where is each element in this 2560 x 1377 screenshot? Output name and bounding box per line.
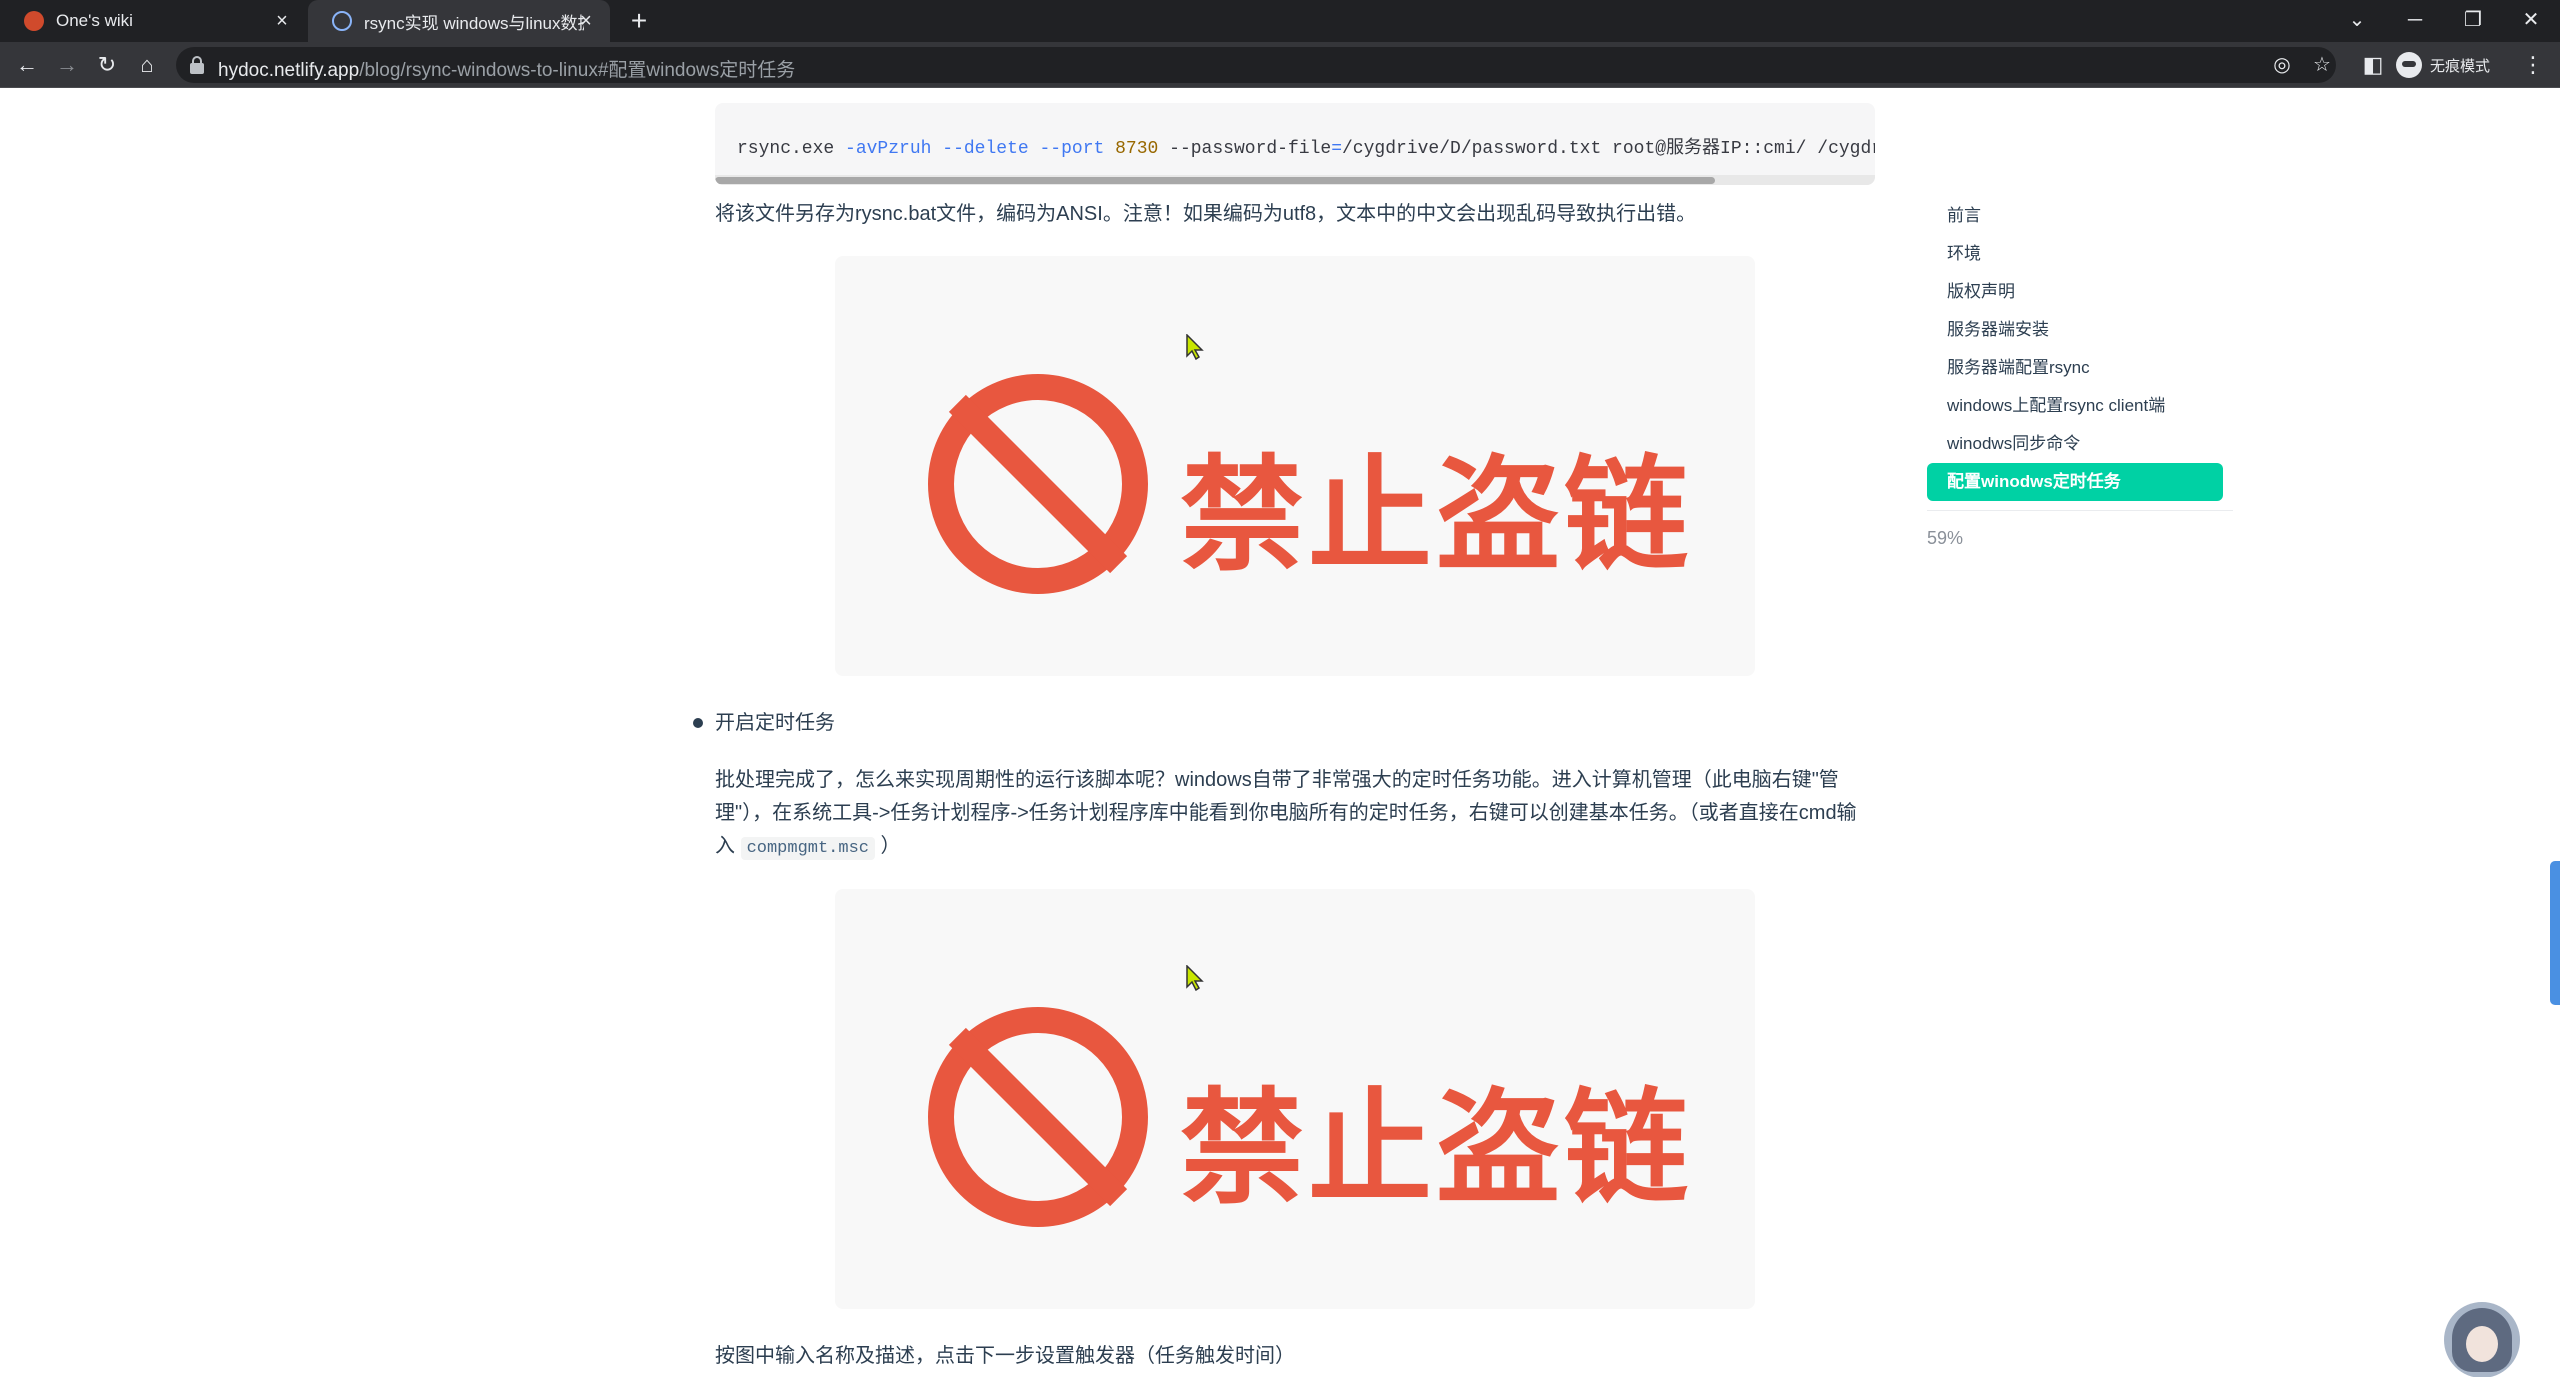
- reading-progress: 59%: [1927, 528, 1964, 548]
- back-arrow-icon[interactable]: ←: [12, 50, 42, 80]
- toc-item-windows-client[interactable]: windows上配置rsync client端: [1927, 387, 2223, 425]
- paragraph-save-bat: 将该文件另存为rysnc.bat文件，编码为ANSI。注意！如果编码为utf8，…: [715, 203, 1697, 225]
- lock-icon[interactable]: [190, 56, 204, 74]
- hotlink-blocked-image: 禁止盗链: [835, 889, 1755, 1309]
- url-text[interactable]: hydoc.netlify.app/blog/rsync-windows-to-…: [218, 55, 795, 82]
- toc-item-copyright[interactable]: 版权声明: [1927, 273, 2223, 311]
- close-icon[interactable]: ×: [272, 11, 292, 31]
- toc-item-environment[interactable]: 环境: [1927, 235, 2223, 273]
- mouse-cursor-icon: [1186, 965, 1204, 991]
- mouse-cursor-icon: [1186, 334, 1204, 360]
- tab-strip: One's wiki × rsync实现 windows与linux数据 × +…: [0, 0, 2560, 42]
- site-favicon-icon: [24, 11, 44, 31]
- toc-item-sync-command[interactable]: winodws同步命令: [1927, 425, 2223, 463]
- tab-title: rsync实现 windows与linux数据: [364, 13, 584, 33]
- toc-item-scheduled-task[interactable]: 配置winodws定时任务: [1927, 463, 2223, 501]
- scrollbar-thumb[interactable]: [715, 177, 1715, 184]
- incognito-icon: [2396, 52, 2422, 78]
- code-block: rsync.exe -avPzruh --delete --port 8730 …: [715, 103, 1875, 185]
- eye-off-icon[interactable]: ◎: [2270, 53, 2294, 77]
- side-panel-icon[interactable]: ◧: [2358, 50, 2388, 80]
- toc-item-server-config[interactable]: 服务器端配置rsync: [1927, 349, 2223, 387]
- paragraph-task-scheduler: 批处理完成了，怎么来实现周期性的运行该脚本呢？windows自带了非常强大的定时…: [715, 769, 1857, 860]
- page-content: rsync.exe -avPzruh --delete --port 8730 …: [0, 89, 2560, 1377]
- bookmark-star-icon[interactable]: ☆: [2310, 53, 2334, 77]
- window-close-icon[interactable]: ✕: [2502, 0, 2560, 42]
- prohibited-icon: [928, 1007, 1148, 1227]
- tab-ones-wiki[interactable]: One's wiki ×: [0, 0, 306, 42]
- site-favicon-icon: [332, 11, 352, 31]
- hotlink-blocked-image: 禁止盗链: [835, 256, 1755, 676]
- close-icon[interactable]: ×: [576, 11, 596, 31]
- tab-title: One's wiki: [56, 11, 133, 30]
- bullet-dot: [693, 718, 703, 728]
- prohibited-icon: [928, 374, 1148, 594]
- paragraph-name-description: 按图中输入名称及描述，点击下一步设置触发器（任务触发时间）: [715, 1345, 1295, 1367]
- restore-icon[interactable]: ❐: [2444, 0, 2502, 42]
- incognito-profile-button[interactable]: 无痕模式: [2396, 50, 2490, 80]
- address-bar[interactable]: hydoc.netlify.app/blog/rsync-windows-to-…: [176, 47, 2336, 83]
- image-caption-text: 禁止盗链: [1180, 444, 1693, 588]
- toc-item-server-install[interactable]: 服务器端安装: [1927, 311, 2223, 349]
- bullet-enable-schedule: 开启定时任务: [715, 712, 835, 734]
- reload-icon[interactable]: ↻: [92, 50, 122, 80]
- code-line: rsync.exe -avPzruh --delete --port 8730 …: [737, 139, 1875, 159]
- toc-divider: [1927, 510, 2233, 511]
- more-menu-icon[interactable]: ⋮: [2518, 50, 2548, 80]
- inline-code-compmgmt: compmgmt.msc: [740, 837, 875, 860]
- tab-search-chevron-icon[interactable]: ⌄: [2328, 0, 2386, 42]
- tab-rsync-article[interactable]: rsync实现 windows与linux数据 ×: [308, 0, 610, 42]
- minimize-icon[interactable]: ─: [2386, 0, 2444, 42]
- page-scrollbar[interactable]: [2550, 861, 2560, 1005]
- toc-item-preface[interactable]: 前言: [1927, 197, 2223, 235]
- profile-label: 无痕模式: [2430, 57, 2491, 75]
- image-caption-text: 禁止盗链: [1180, 1077, 1693, 1221]
- forward-arrow-icon[interactable]: →: [52, 50, 82, 80]
- browser-toolbar: ← → ↻ ⌂ hydoc.netlify.app/blog/rsync-win…: [0, 42, 2560, 88]
- home-icon[interactable]: ⌂: [132, 50, 162, 80]
- avatar[interactable]: [2444, 1302, 2520, 1377]
- code-horizontal-scrollbar[interactable]: [715, 175, 1875, 185]
- new-tab-icon[interactable]: +: [624, 6, 654, 36]
